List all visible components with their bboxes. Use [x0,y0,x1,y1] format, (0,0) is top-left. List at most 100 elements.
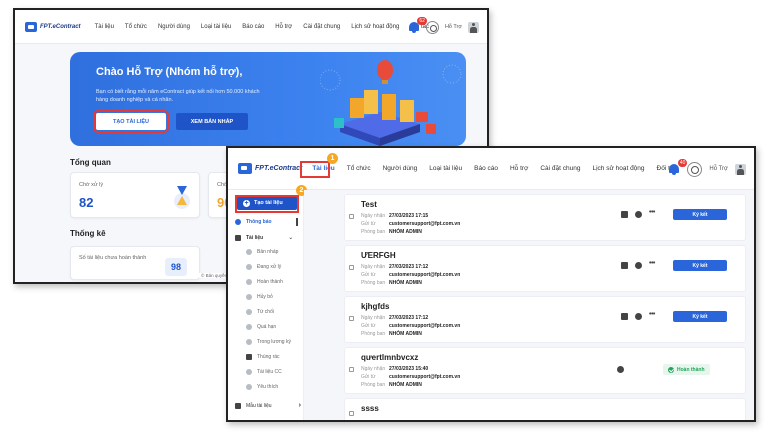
list-item[interactable]: ssss [344,398,746,420]
list-item[interactable]: qưertlmnbvcxz Ngày nhận 27/03/2023 15:40 … [344,347,746,394]
sender-label: Gửi từ [361,323,376,329]
list-item[interactable]: Test Ngày nhận 27/03/2023 17:15 Gửi từ cus… [344,194,746,241]
document-title[interactable]: ƯERFGH [361,251,396,260]
sign-button[interactable]: Ký kết [673,209,727,220]
document-icon [235,234,241,241]
row-checkbox[interactable] [349,367,354,372]
department: Phòng ban NHÓM ADMIN [361,331,422,337]
sidebar-item-templates[interactable]: Mẫu tài liệu › [235,402,301,409]
nav-item-organization[interactable]: Tổ chức [347,165,371,172]
sign-button[interactable]: Ký kết [673,260,727,271]
document-title[interactable]: qưertlmnbvcxz [361,353,418,362]
sidebar-item-completed[interactable]: Hoàn thành [246,279,283,285]
main-menu: Tài liệu Tổ chức Người dùng Loại tài liệ… [95,24,429,30]
sidebar-item-processing[interactable]: Đang xử lý [246,264,281,270]
sidebar-item-label: Trong lương ký [257,339,291,345]
unfinished-card[interactable]: Số tài liệu chưa hoàn thành 98 [70,246,200,280]
avatar[interactable] [735,163,746,175]
nav-item-activity-history[interactable]: Lịch sử hoạt động [351,24,399,30]
search-icon[interactable] [687,161,703,177]
clock-icon[interactable] [617,366,624,373]
avatar[interactable] [468,21,479,33]
nav-item-users[interactable]: Người dùng [383,165,418,172]
document-title[interactable]: kjhgfds [361,302,389,311]
sidebar-item-documents[interactable]: Tài liệu ⌄ [235,234,293,241]
received-value: 27/03/2023 17:12 [389,315,429,321]
nav-item-document-types[interactable]: Loại tài liệu [201,24,231,30]
clock-icon[interactable] [635,313,642,320]
department: Phòng ban NHÓM ADMIN [361,280,422,286]
sidebar-item-notifications[interactable]: Thông báo [235,219,272,225]
sidebar-scrollbar[interactable] [296,218,298,226]
nav-item-reports[interactable]: Báo cáo [474,165,498,172]
row-checkbox[interactable] [349,265,354,270]
document-title[interactable]: ssss [361,404,379,413]
sidebar-item-label: Tài liệu CC [257,369,282,375]
check-icon [246,279,252,285]
row-checkbox[interactable] [349,214,354,219]
bell-icon[interactable]: 62 [408,17,427,33]
create-document-button[interactable]: TẠO TÀI LIỆU [93,110,169,133]
logo-icon [238,163,252,174]
cancel-icon [246,294,252,300]
nav-item-users[interactable]: Người dùng [158,24,190,30]
welcome-subtitle: Bạn có biết rằng mỗi năm eContract giúp … [96,89,260,103]
sidebar-item-trash[interactable]: Thùng rác [246,354,280,360]
department: Phòng ban NHÓM ADMIN [361,382,422,388]
more-icon[interactable]: ••• [649,311,655,318]
sidebar-item-favorites[interactable]: Yêu thích [246,384,278,390]
row-checkbox[interactable] [349,411,354,416]
nav-item-settings[interactable]: Cài đặt chung [303,24,340,30]
list-item[interactable]: ƯERFGH Ngày nhận 27/03/2023 17:12 Gửi từ c… [344,245,746,292]
notification-badge: 62 [417,17,427,25]
department-label: Phòng ban [361,280,386,286]
sidebar-item-drafts[interactable]: Bản nháp [246,249,278,255]
document-title[interactable]: Test [361,200,377,209]
nav-item-documents[interactable]: Tài liệu [95,24,114,30]
user-name[interactable]: Hỗ Trợ [709,166,728,172]
nav-item-reports[interactable]: Báo cáo [242,24,264,30]
nav-item-support[interactable]: Hỗ trợ [275,24,292,30]
app-logo[interactable]: FPT.eContract [238,163,302,174]
unfinished-label: Số tài liệu chưa hoàn thành [79,255,147,261]
received-date: Ngày nhận 27/03/2023 17:12 [361,315,428,321]
clock-icon[interactable] [635,262,642,269]
template-icon [235,402,241,409]
department-label: Phòng ban [361,229,386,235]
nav-item-settings[interactable]: Cài đặt chung [540,165,580,172]
chevron-right-icon: › [298,402,301,409]
sender-label: Gửi từ [361,221,376,227]
list-item[interactable]: kjhgfds Ngày nhận 27/03/2023 17:12 Gửi từ… [344,296,746,343]
view-drafts-button[interactable]: XEM BẢN NHÁP [176,113,248,130]
sidebar-item-overdue[interactable]: Quá hạn [246,324,276,330]
pending-card[interactable]: Chờ xử lý 82 [70,172,200,218]
sign-button[interactable]: Ký kết [673,311,727,322]
sender: Gửi từ customersupport@fpt.com.vn [361,374,460,380]
bell-icon[interactable]: 40 [668,159,688,175]
hourglass-icon [174,186,190,209]
nav-item-organization[interactable]: Tổ chức [125,24,147,30]
row-checkbox[interactable] [349,316,354,321]
document-icon[interactable] [621,211,628,218]
reject-icon [246,309,252,315]
user-name[interactable]: Hỗ Trợ [445,24,462,30]
nav-item-activity-history[interactable]: Lịch sử hoạt động [592,165,644,172]
sidebar-item-label: Hoàn thành [257,279,283,285]
sidebar-item-cancelled[interactable]: Hủy bỏ [246,294,273,300]
more-icon[interactable]: ••• [649,209,655,216]
more-icon[interactable]: ••• [649,260,655,267]
pending-label: Chờ xử lý [79,182,104,188]
chevron-down-icon: ⌄ [288,235,294,241]
nav-item-support[interactable]: Hỗ trợ [510,165,528,172]
sidebar-item-cc-documents[interactable]: Tài liệu CC [246,369,282,375]
sidebar-item-rejected[interactable]: Từ chối [246,309,274,315]
app-logo[interactable]: FPT.eContract [25,21,81,32]
sidebar-item-label: Thùng rác [257,354,280,360]
search-icon[interactable] [425,20,439,34]
document-icon[interactable] [621,313,628,320]
completed-status-label: Hoàn thành [677,366,705,373]
clock-icon[interactable] [635,211,642,218]
document-icon[interactable] [621,262,628,269]
sidebar-item-in-progress-signing[interactable]: Trong lương ký [246,339,291,345]
nav-item-document-types[interactable]: Loại tài liệu [429,165,462,172]
